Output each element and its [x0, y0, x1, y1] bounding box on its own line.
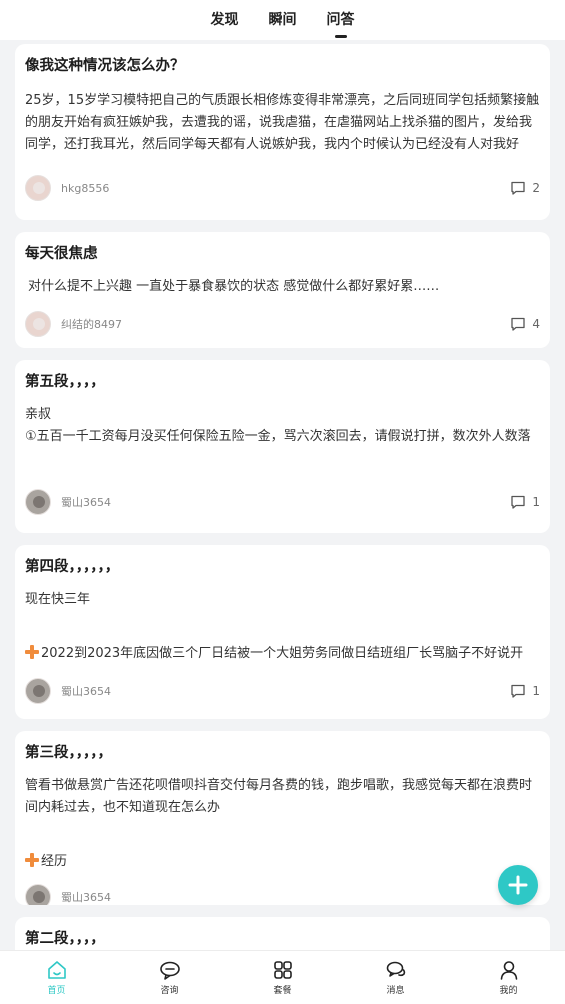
question-extra-line: 经历	[25, 829, 540, 873]
nav-home[interactable]: 首页	[27, 959, 87, 996]
comment-icon	[511, 181, 526, 195]
avatar[interactable]	[25, 678, 51, 704]
comment-count[interactable]: 1	[510, 494, 540, 510]
comment-count[interactable]: 2	[510, 180, 540, 196]
question-body: 现在快三年	[25, 592, 91, 607]
card-footer: 蜀山3654 1	[25, 478, 540, 526]
question-extra-text: 经历	[41, 854, 68, 869]
nav-label: 我的	[499, 986, 518, 996]
username[interactable]: 蜀山3654	[61, 889, 540, 905]
question-title: 第三段，，，，，	[25, 745, 112, 761]
question-body: 管看书做悬赏广告还花呗借呗抖音交付每月各费的钱，跑步唱歌，我感觉每天都在浪费时间…	[25, 778, 533, 815]
question-title: 每天很焦虑	[25, 246, 98, 262]
question-extra-line: 2022到2023年底因做三个厂日结被一个大姐劳务同做日结班组厂长骂脑子不好说开…	[25, 621, 540, 665]
question-extra-text: 2022到2023年底因做三个厂日结被一个大姐劳务同做日结班组厂长骂脑子不好说开…	[41, 646, 524, 661]
comment-count-value: 1	[532, 684, 540, 698]
username[interactable]: 蜀山3654	[61, 494, 510, 510]
comment-icon	[511, 684, 526, 698]
messages-icon	[386, 961, 405, 977]
card-footer: 纠结的8497 4	[25, 300, 540, 348]
question-title: 像我这种情况该怎么办？	[25, 58, 185, 74]
card-footer: 蜀山3654	[25, 873, 540, 905]
bottom-nav: 首页 咨询 套餐 消息 我的	[0, 950, 565, 1004]
question-card[interactable]: 每天很焦虑 对什么提不上兴趣 一直处于暴食暴饮的状态 感觉做什么都好累好累…… …	[15, 232, 550, 348]
question-feed: 像我这种情况该怎么办？ 25岁，15岁学习模特把自己的气质跟长相修炼变得非常漂亮…	[15, 44, 550, 1004]
avatar[interactable]	[25, 489, 51, 515]
nav-profile[interactable]: 我的	[479, 959, 539, 996]
nav-messages[interactable]: 消息	[366, 959, 426, 996]
nav-label: 首页	[47, 986, 66, 996]
add-question-button[interactable]	[498, 865, 538, 905]
question-title: 第二段，，，，	[25, 931, 105, 947]
home-icon	[47, 961, 66, 979]
nav-label: 咨询	[160, 986, 179, 996]
question-card[interactable]: 像我这种情况该怎么办？ 25岁，15岁学习模特把自己的气质跟长相修炼变得非常漂亮…	[15, 44, 550, 220]
username[interactable]: 蜀山3654	[61, 683, 510, 699]
comment-icon	[511, 495, 526, 509]
plus-icon	[508, 875, 528, 895]
card-footer: 蜀山3654 1	[25, 667, 540, 715]
grid-icon	[273, 961, 292, 979]
username[interactable]: hkg8556	[61, 182, 510, 195]
question-title: 第四段，，，，，，	[25, 559, 120, 575]
comment-count[interactable]: 4	[510, 316, 540, 332]
comment-count-value: 1	[532, 495, 540, 509]
avatar[interactable]	[25, 311, 51, 337]
plus-icon	[25, 853, 39, 867]
user-icon	[500, 961, 517, 980]
card-footer: hkg8556 2	[25, 164, 540, 212]
question-body: 亲叔 ①五百一千工资每月没买任何保险五险一金，骂六次滚回去，请假说打拼，数次外人…	[25, 407, 531, 444]
plus-icon	[25, 645, 39, 659]
question-title: 第五段，，，，	[25, 374, 105, 390]
nav-packages[interactable]: 套餐	[253, 959, 313, 996]
question-card[interactable]: 第三段，，，，， 管看书做悬赏广告还花呗借呗抖音交付每月各费的钱，跑步唱歌，我感…	[15, 731, 550, 905]
username[interactable]: 纠结的8497	[61, 316, 510, 332]
chat-bubble-icon	[159, 961, 180, 980]
nav-label: 套餐	[273, 986, 292, 996]
question-card[interactable]: 第五段，，，， 亲叔 ①五百一千工资每月没买任何保险五险一金，骂六次滚回去，请假…	[15, 360, 550, 533]
question-body: 25岁，15岁学习模特把自己的气质跟长相修炼变得非常漂亮，之后同班同学包括频繁接…	[25, 93, 540, 152]
comment-count-value: 4	[532, 317, 540, 331]
tab-discover[interactable]: 发现	[211, 9, 239, 39]
nav-consult[interactable]: 咨询	[140, 959, 200, 996]
comment-count-value: 2	[532, 181, 540, 195]
top-tab-bar: 发现 瞬间 问答	[0, 0, 565, 40]
question-card[interactable]: 第四段，，，，，， 现在快三年 2022到2023年底因做三个厂日结被一个大姐劳…	[15, 545, 550, 719]
comment-count[interactable]: 1	[510, 683, 540, 699]
tab-qa[interactable]: 问答	[327, 9, 355, 39]
comment-icon	[511, 317, 526, 331]
tab-moments[interactable]: 瞬间	[269, 9, 297, 39]
avatar[interactable]	[25, 175, 51, 201]
avatar[interactable]	[25, 884, 51, 905]
nav-label: 消息	[386, 986, 405, 996]
question-body: 对什么提不上兴趣 一直处于暴食暴饮的状态 感觉做什么都好累好累……	[28, 279, 440, 294]
